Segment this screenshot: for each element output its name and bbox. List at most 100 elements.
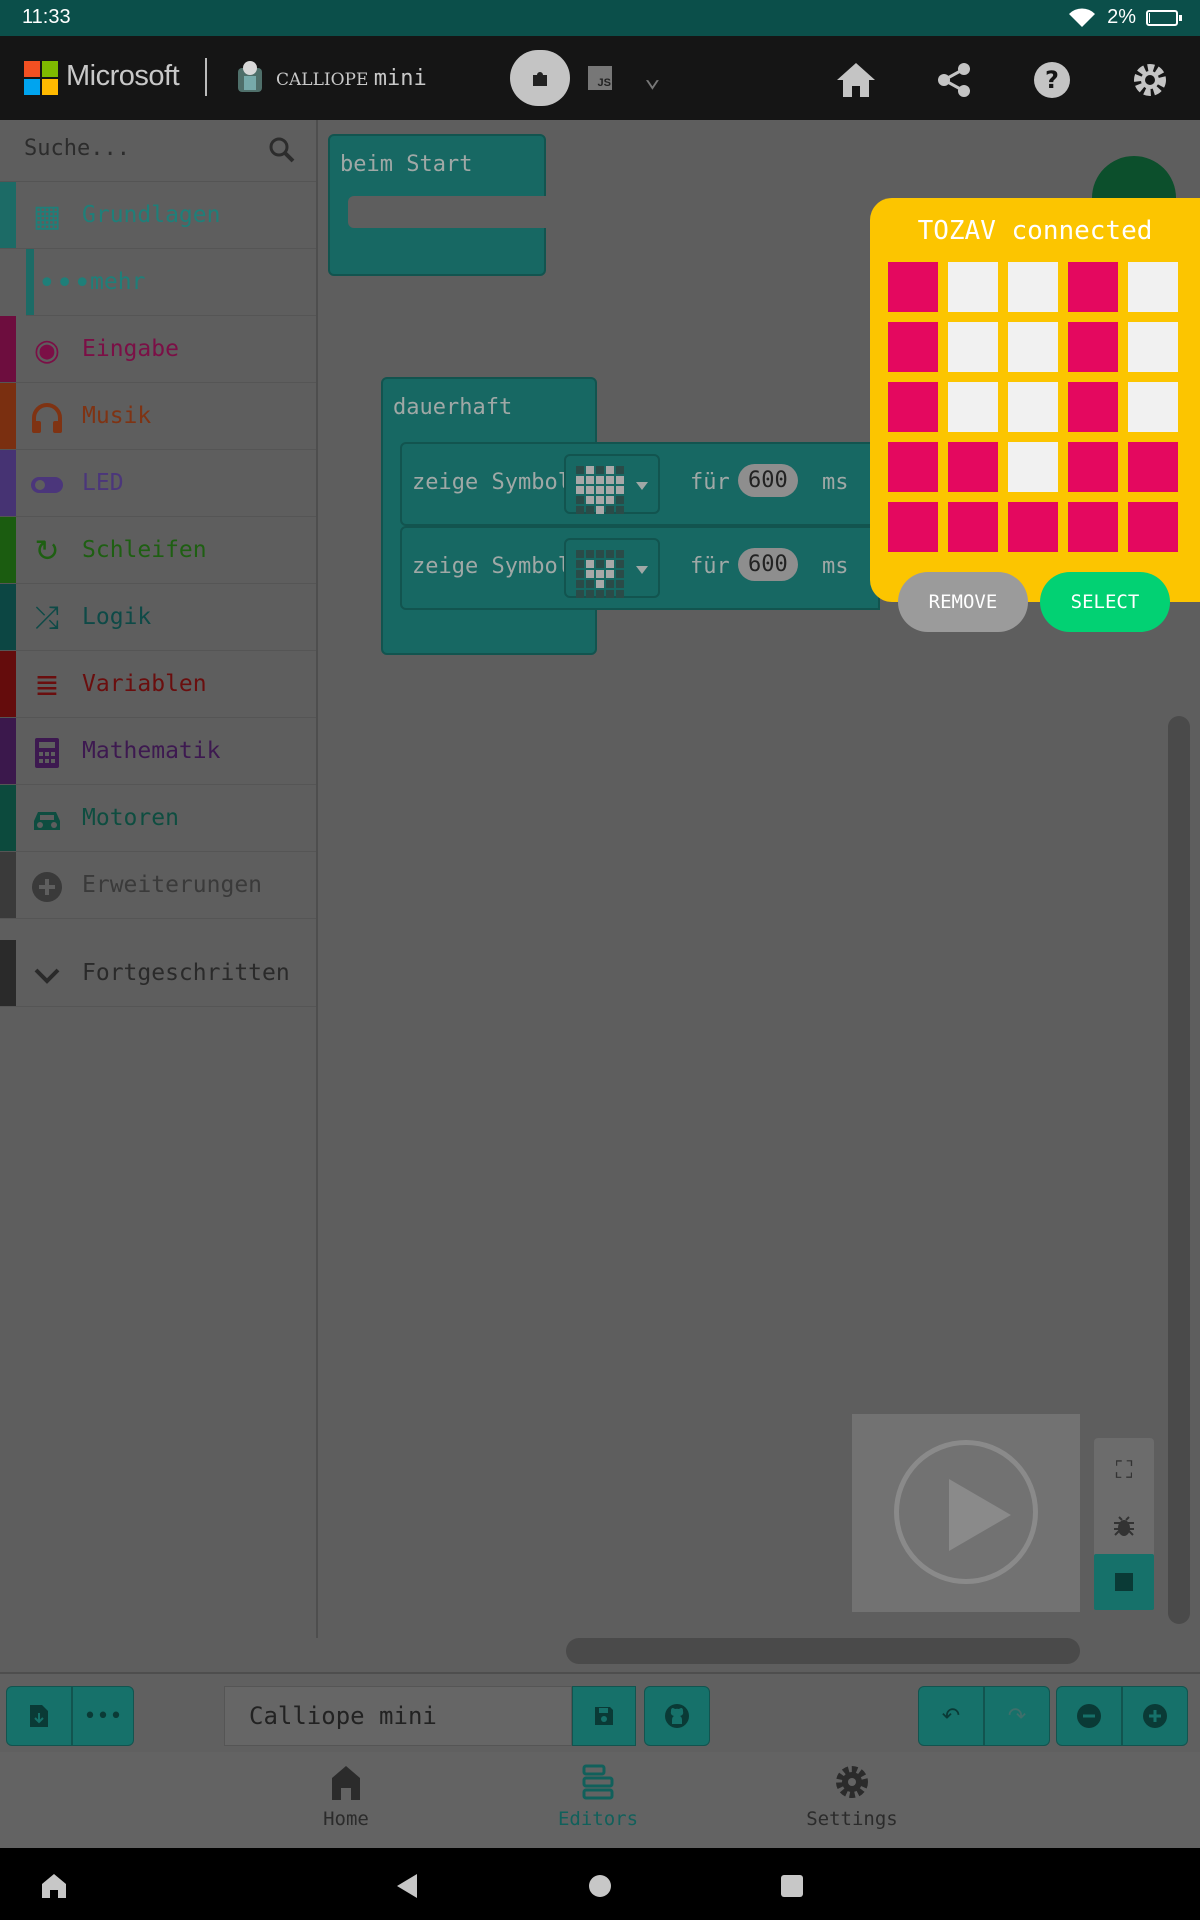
led-cell[interactable] bbox=[1008, 262, 1058, 312]
select-button[interactable]: SELECT bbox=[1040, 572, 1170, 632]
horizontal-scrollbar[interactable] bbox=[566, 1638, 1080, 1664]
category-erweiterungen[interactable]: Erweiterungen bbox=[0, 852, 316, 919]
zoom-in-button[interactable] bbox=[1122, 1686, 1188, 1746]
simulator-panel[interactable] bbox=[852, 1414, 1080, 1612]
more-options-button[interactable]: ••• bbox=[72, 1686, 134, 1746]
led-cell[interactable] bbox=[1128, 442, 1178, 492]
svg-text:?: ? bbox=[1045, 66, 1059, 94]
chevron-down-icon[interactable]: ⌄ bbox=[644, 60, 661, 93]
led-cell[interactable] bbox=[948, 322, 998, 372]
led-cell[interactable] bbox=[888, 262, 938, 312]
github-button[interactable] bbox=[644, 1686, 710, 1746]
led-cell[interactable] bbox=[888, 382, 938, 432]
led-cell[interactable] bbox=[1008, 502, 1058, 552]
led-cell[interactable] bbox=[1128, 322, 1178, 372]
duration-input[interactable]: 600 bbox=[738, 464, 798, 497]
category-grundlagen[interactable]: ▦ Grundlagen bbox=[0, 182, 316, 249]
led-cell[interactable] bbox=[1008, 322, 1058, 372]
led-cell[interactable] bbox=[1068, 502, 1118, 552]
accessibility-app-icon[interactable] bbox=[34, 1866, 74, 1906]
product-name: CALLIOPE mini bbox=[276, 66, 427, 91]
led-cell[interactable] bbox=[1128, 502, 1178, 552]
category-schleifen[interactable]: ↻ Schleifen bbox=[0, 517, 316, 584]
led-cell[interactable] bbox=[1128, 382, 1178, 432]
category-eingabe[interactable]: ◉ Eingabe bbox=[0, 316, 316, 383]
javascript-mode-button[interactable]: JS bbox=[588, 66, 612, 90]
nav-editors[interactable]: Editors bbox=[518, 1760, 678, 1840]
category-label: Erweiterungen bbox=[82, 872, 263, 898]
category-color-bar bbox=[0, 852, 16, 918]
show-icon-label: zeige Symbol bbox=[412, 554, 571, 579]
led-cell[interactable] bbox=[1008, 442, 1058, 492]
show-icon-label: zeige Symbol bbox=[412, 470, 571, 495]
show-icon-block-1[interactable]: zeige Symbol für 600 ms bbox=[400, 442, 880, 526]
heart-icon bbox=[576, 466, 624, 514]
icon-picker-dropdown[interactable] bbox=[564, 454, 660, 514]
app-bottom-nav: Home Editors Settings bbox=[0, 1752, 1200, 1848]
led-cell[interactable] bbox=[888, 502, 938, 552]
toolbox-sidebar: Suche... ▦ Grundlagen ••• mehr ◉ Eingabe… bbox=[0, 120, 318, 1638]
nav-home[interactable]: Home bbox=[266, 1760, 426, 1840]
led-cell[interactable] bbox=[1008, 382, 1058, 432]
category-label: Fortgeschritten bbox=[82, 960, 290, 986]
unit-label: ms bbox=[822, 554, 849, 579]
home-icon[interactable] bbox=[832, 56, 880, 104]
search-input[interactable]: Suche... bbox=[24, 136, 130, 161]
led-cell[interactable] bbox=[1068, 442, 1118, 492]
led-cell[interactable] bbox=[948, 442, 998, 492]
category-musik[interactable]: Musik bbox=[0, 383, 316, 450]
download-button[interactable] bbox=[6, 1686, 72, 1746]
blocks-mode-button[interactable] bbox=[510, 50, 570, 106]
help-icon[interactable]: ? bbox=[1028, 56, 1076, 104]
loop-icon: ↻ bbox=[34, 534, 60, 569]
zoom-out-icon bbox=[1077, 1704, 1101, 1728]
vertical-scrollbar[interactable] bbox=[1168, 716, 1190, 1624]
led-cell[interactable] bbox=[948, 382, 998, 432]
led-cell[interactable] bbox=[1068, 322, 1118, 372]
share-icon[interactable] bbox=[930, 56, 978, 104]
settings-icon[interactable] bbox=[1126, 56, 1174, 104]
category-fortgeschritten[interactable]: Fortgeschritten bbox=[0, 940, 316, 1007]
led-cell[interactable] bbox=[888, 322, 938, 372]
category-variablen[interactable]: ≣ Variablen bbox=[0, 651, 316, 718]
battery-icon bbox=[1146, 9, 1182, 26]
category-led[interactable]: LED bbox=[0, 450, 316, 517]
gear-icon bbox=[836, 1766, 868, 1798]
undo-button[interactable]: ↶ bbox=[918, 1686, 984, 1746]
category-mehr[interactable]: ••• mehr bbox=[26, 249, 316, 316]
toolbox-search[interactable]: Suche... bbox=[0, 120, 316, 182]
led-cell[interactable] bbox=[948, 262, 998, 312]
show-icon-block-2[interactable]: zeige Symbol für 600 ms bbox=[400, 526, 880, 610]
debug-bug-icon[interactable] bbox=[1100, 1502, 1148, 1550]
category-logik[interactable]: ⤮ Logik bbox=[0, 584, 316, 651]
redo-button[interactable]: ↷ bbox=[984, 1686, 1050, 1746]
nav-settings[interactable]: Settings bbox=[772, 1760, 932, 1840]
home-app-icon bbox=[332, 1766, 360, 1800]
led-cell[interactable] bbox=[1068, 262, 1118, 312]
zoom-out-button[interactable] bbox=[1056, 1686, 1122, 1746]
fullscreen-icon[interactable]: ⛶ bbox=[1100, 1446, 1148, 1494]
category-label: Eingabe bbox=[82, 336, 179, 362]
category-color-bar bbox=[0, 584, 16, 650]
on-start-block[interactable]: beim Start bbox=[328, 134, 546, 276]
category-color-bar bbox=[0, 718, 16, 784]
led-cell[interactable] bbox=[888, 442, 938, 492]
remove-button[interactable]: REMOVE bbox=[898, 572, 1028, 632]
led-cell[interactable] bbox=[948, 502, 998, 552]
play-button[interactable] bbox=[894, 1440, 1038, 1584]
led-cell[interactable] bbox=[1128, 262, 1178, 312]
save-button[interactable] bbox=[572, 1686, 636, 1746]
stop-button[interactable] bbox=[1094, 1554, 1154, 1610]
icon-picker-dropdown[interactable] bbox=[564, 538, 660, 598]
battery-level-fill bbox=[1149, 12, 1150, 23]
recents-icon[interactable] bbox=[772, 1866, 812, 1906]
back-icon[interactable] bbox=[386, 1866, 426, 1906]
duration-input[interactable]: 600 bbox=[738, 548, 798, 581]
category-label: Logik bbox=[82, 604, 152, 630]
project-name-input[interactable]: Calliope mini bbox=[224, 1686, 572, 1746]
category-motoren[interactable]: Motoren bbox=[0, 785, 316, 852]
led-cell[interactable] bbox=[1068, 382, 1118, 432]
home-circle-icon[interactable] bbox=[580, 1866, 620, 1906]
search-icon[interactable] bbox=[266, 134, 298, 166]
category-mathematik[interactable]: Mathematik bbox=[0, 718, 316, 785]
